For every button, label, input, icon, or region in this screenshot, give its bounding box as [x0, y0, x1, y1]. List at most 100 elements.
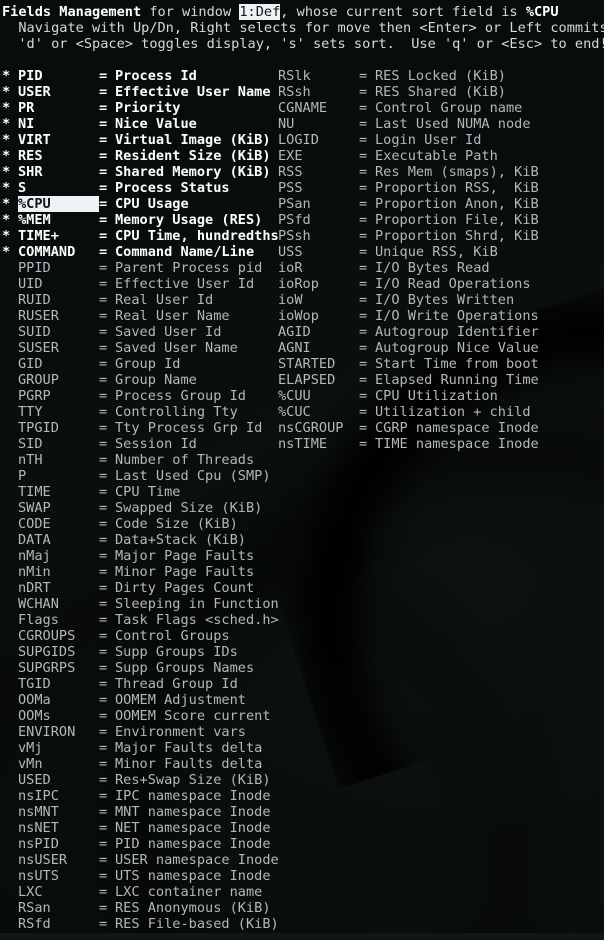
field-row-logid[interactable]: LOGID = Login User Id	[262, 132, 481, 148]
field-row-nmin[interactable]: nMin = Minor Page Faults	[2, 564, 254, 580]
field-equals-separator: =	[359, 180, 368, 196]
field-row-ni[interactable]: * NI = Nice Value	[2, 116, 197, 132]
field-row-supgids[interactable]: SUPGIDS = Supp Groups IDs	[2, 644, 238, 660]
field-row-time[interactable]: * TIME+ = CPU Time, hundredths	[2, 228, 279, 244]
field-row-nsmnt[interactable]: nsMNT = MNT namespace Inode	[2, 804, 271, 820]
field-row-ruid[interactable]: RUID = Real User Id	[2, 292, 213, 308]
field-row-suid[interactable]: SUID = Saved User Id	[2, 324, 221, 340]
field-row-nstime[interactable]: nsTIME = TIME namespace Inode	[262, 436, 539, 452]
field-row-nth[interactable]: nTH = Number of Threads	[2, 452, 254, 468]
field-row-cpu[interactable]: * %CPU = CPU Usage	[2, 196, 189, 212]
field-row-exe[interactable]: EXE = Executable Path	[262, 148, 498, 164]
field-row-ooms[interactable]: OOMs = OOMEM Score current	[2, 708, 271, 724]
field-row-shr[interactable]: * SHR = Shared Memory (KiB)	[2, 164, 271, 180]
field-row-tpgid[interactable]: TPGID = Tty Process Grp Id	[2, 420, 262, 436]
field-row-uss[interactable]: USS = Unique RSS, KiB	[262, 244, 498, 260]
field-enabled-star-icon	[262, 260, 278, 276]
field-row-command[interactable]: * COMMAND = Command Name/Line	[2, 244, 254, 260]
field-row-ppid[interactable]: PPID = Parent Process pid	[2, 260, 262, 276]
field-row-rslk[interactable]: RSlk = RES Locked (KiB)	[262, 68, 506, 84]
field-row-mem[interactable]: * %MEM = Memory Usage (RES)	[2, 212, 262, 228]
field-row-elapsed[interactable]: ELAPSED = Elapsed Running Time	[262, 372, 539, 388]
field-row-nsipc[interactable]: nsIPC = IPC namespace Inode	[2, 788, 271, 804]
field-row-vmj[interactable]: vMj = Major Faults delta	[2, 740, 262, 756]
field-row-iorop[interactable]: ioRop = I/O Read Operations	[262, 276, 531, 292]
field-row-lxc[interactable]: LXC = LXC container name	[2, 884, 262, 900]
field-row-supgrps[interactable]: SUPGRPS = Supp Groups Names	[2, 660, 254, 676]
field-row-nu[interactable]: NU = Last Used NUMA node	[262, 116, 531, 132]
field-row-nsnet[interactable]: nsNET = NET namespace Inode	[2, 820, 271, 836]
field-row-code[interactable]: CODE = Code Size (KiB)	[2, 516, 238, 532]
field-row-cuc[interactable]: %CUC = Utilization + child	[262, 404, 531, 420]
field-name: PPID	[18, 260, 51, 276]
field-equals-separator: =	[99, 84, 108, 100]
field-row-rsfd[interactable]: RSfd = RES File-based (KiB)	[2, 916, 279, 932]
field-row-group[interactable]: GROUP = Group Name	[2, 372, 197, 388]
field-row-pssh[interactable]: PSsh = Proportion Shrd, KiB	[262, 228, 539, 244]
field-row-iowop[interactable]: ioWop = I/O Write Operations	[262, 308, 539, 324]
field-row-psan[interactable]: PSan = Proportion Anon, KiB	[262, 196, 539, 212]
field-row-virt[interactable]: * VIRT = Virtual Image (KiB)	[2, 132, 271, 148]
field-row-nsuts[interactable]: nsUTS = UTS namespace Inode	[2, 868, 271, 884]
field-row-environ[interactable]: ENVIRON = Environment vars	[2, 724, 246, 740]
field-name: RSsh	[278, 84, 311, 100]
field-row-uid[interactable]: UID = Effective User Id	[2, 276, 254, 292]
field-row-started[interactable]: STARTED = Start Time from boot	[262, 356, 539, 372]
field-equals-separator: =	[359, 276, 368, 292]
field-row-ruser[interactable]: RUSER = Real User Name	[2, 308, 230, 324]
field-row-p[interactable]: P = Last Used Cpu (SMP)	[2, 468, 271, 484]
current-window-badge[interactable]: 1:Def	[239, 4, 281, 20]
field-row-nspid[interactable]: nsPID = PID namespace Inode	[2, 836, 271, 852]
field-row-time[interactable]: TIME = CPU Time	[2, 484, 180, 500]
field-row-cgroups[interactable]: CGROUPS = Control Groups	[2, 628, 230, 644]
field-row-gid[interactable]: GID = Group Id	[2, 356, 180, 372]
field-equals-separator: =	[99, 100, 108, 116]
field-row-pgrp[interactable]: PGRP = Process Group Id	[2, 388, 246, 404]
field-row-flags[interactable]: Flags = Task Flags <sched.h>	[2, 612, 279, 628]
field-row-pr[interactable]: * PR = Priority	[2, 100, 180, 116]
field-row-user[interactable]: * USER = Effective User Name	[2, 84, 271, 100]
field-name: %MEM	[18, 212, 51, 228]
field-row-nmaj[interactable]: nMaj = Major Page Faults	[2, 548, 254, 564]
field-name: nMin	[18, 564, 51, 580]
field-enabled-star-icon	[2, 788, 18, 804]
field-equals-separator: =	[359, 340, 368, 356]
field-row-nscgroup[interactable]: nsCGROUP = CGRP namespace Inode	[262, 420, 539, 436]
field-description: Major Faults delta	[115, 740, 263, 756]
field-enabled-star-icon	[262, 420, 278, 436]
field-row-agni[interactable]: AGNI = Autogroup Nice Value	[262, 340, 539, 356]
field-row-sid[interactable]: SID = Session Id	[2, 436, 197, 452]
field-row-ior[interactable]: ioR = I/O Bytes Read	[262, 260, 490, 276]
field-name: RSlk	[278, 68, 311, 84]
field-row-nsuser[interactable]: nsUSER = USER namespace Inode	[2, 852, 279, 868]
field-description: Unique RSS, KiB	[375, 244, 498, 260]
field-row-iow[interactable]: ioW = I/O Bytes Written	[262, 292, 514, 308]
field-name: EXE	[278, 148, 303, 164]
field-row-tty[interactable]: TTY = Controlling Tty	[2, 404, 238, 420]
field-row-swap[interactable]: SWAP = Swapped Size (KiB)	[2, 500, 262, 516]
field-row-ndrt[interactable]: nDRT = Dirty Pages Count	[2, 580, 254, 596]
field-row-vmn[interactable]: vMn = Minor Faults delta	[2, 756, 262, 772]
field-row-psfd[interactable]: PSfd = Proportion File, KiB	[262, 212, 539, 228]
field-row-rss[interactable]: RSS = Res Mem (smaps), KiB	[262, 164, 539, 180]
field-row-pss[interactable]: PSS = Proportion RSS, KiB	[262, 180, 539, 196]
field-row-cuu[interactable]: %CUU = CPU Utilization	[262, 388, 498, 404]
field-enabled-star-icon	[2, 596, 18, 612]
field-row-ooma[interactable]: OOMa = OOMEM Adjustment	[2, 692, 246, 708]
field-row-cgname[interactable]: CGNAME = Control Group name	[262, 100, 522, 116]
field-enabled-star-icon	[2, 548, 18, 564]
field-equals-separator: =	[99, 900, 108, 916]
field-row-pid[interactable]: * PID = Process Id	[2, 68, 197, 84]
field-row-res[interactable]: * RES = Resident Size (KiB)	[2, 148, 271, 164]
field-row-suser[interactable]: SUSER = Saved User Name	[2, 340, 238, 356]
field-name: PGRP	[18, 388, 51, 404]
field-description: Res Mem (smaps), KiB	[375, 164, 539, 180]
field-row-rsan[interactable]: RSan = RES Anonymous (KiB)	[2, 900, 271, 916]
field-row-used[interactable]: USED = Res+Swap Size (KiB)	[2, 772, 271, 788]
field-row-data[interactable]: DATA = Data+Stack (KiB)	[2, 532, 246, 548]
field-row-agid[interactable]: AGID = Autogroup Identifier	[262, 324, 539, 340]
field-row-s[interactable]: * S = Process Status	[2, 180, 230, 196]
field-row-wchan[interactable]: WCHAN = Sleeping in Function	[2, 596, 279, 612]
field-row-rssh[interactable]: RSsh = RES Shared (KiB)	[262, 84, 506, 100]
field-row-tgid[interactable]: TGID = Thread Group Id	[2, 676, 238, 692]
